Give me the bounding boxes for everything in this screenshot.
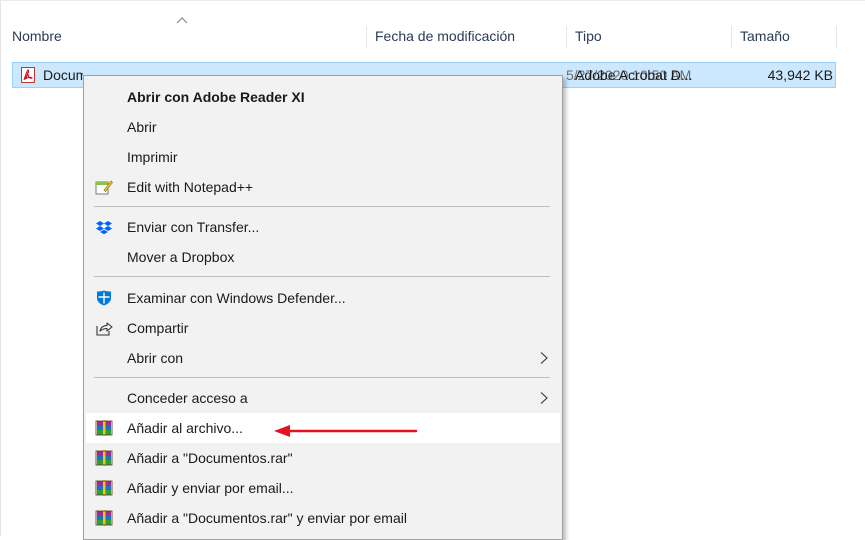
menu-item-move-dropbox[interactable]: Mover a Dropbox xyxy=(86,242,560,272)
menu-separator xyxy=(94,377,550,378)
winrar-icon xyxy=(95,420,113,436)
winrar-icon xyxy=(95,450,113,466)
pdf-file-icon xyxy=(21,67,35,83)
file-size: 43,942 KB xyxy=(767,67,833,83)
column-type[interactable]: Tipo xyxy=(575,22,602,50)
menu-item-label: Conceder acceso a xyxy=(127,390,248,406)
winrar-icon xyxy=(95,510,113,526)
column-divider[interactable] xyxy=(566,26,567,48)
annotation-arrow-icon xyxy=(274,425,418,437)
menu-item-label: Abrir con xyxy=(127,350,184,366)
menu-item-label: Mover a Dropbox xyxy=(127,249,235,265)
column-header: Nombre Fecha de modificación Tipo Tamaño xyxy=(0,17,865,50)
context-menu: Abrir con Adobe Reader XI Abrir Imprimir… xyxy=(83,75,563,540)
column-name[interactable]: Nombre xyxy=(12,22,62,50)
menu-item-label: Añadir a "Documentos.rar" y enviar por e… xyxy=(127,510,407,526)
menu-item-open-adobe-reader[interactable]: Abrir con Adobe Reader XI xyxy=(86,82,560,112)
file-type: Adobe Acrobat D... xyxy=(575,67,693,83)
winrar-icon xyxy=(95,480,113,496)
menu-item-windows-defender[interactable]: Examinar con Windows Defender... xyxy=(86,283,560,313)
menu-item-add-rar-and-email[interactable]: Añadir a "Documentos.rar" y enviar por e… xyxy=(86,503,560,533)
file-name: Documentos xyxy=(43,67,83,83)
column-divider[interactable] xyxy=(366,26,367,48)
menu-separator xyxy=(94,206,550,207)
menu-item-label: Enviar con Transfer... xyxy=(127,219,260,235)
menu-item-grant-access[interactable]: Conceder acceso a xyxy=(86,383,560,413)
menu-item-label: Imprimir xyxy=(127,149,178,165)
window-left-border xyxy=(0,0,1,536)
menu-item-label: Añadir al archivo... xyxy=(127,420,243,436)
menu-item-send-transfer[interactable]: Enviar con Transfer... xyxy=(86,212,560,242)
chevron-right-icon xyxy=(540,352,548,364)
menu-item-add-to-rar[interactable]: Añadir a "Documentos.rar" xyxy=(86,443,560,473)
column-date[interactable]: Fecha de modificación xyxy=(375,22,515,50)
window-top-border xyxy=(0,0,865,1)
menu-item-label: Abrir xyxy=(127,119,157,135)
menu-item-label: Examinar con Windows Defender... xyxy=(127,290,346,306)
menu-item-open[interactable]: Abrir xyxy=(86,112,560,142)
sort-ascending-icon xyxy=(176,17,188,24)
menu-item-label: Añadir y enviar por email... xyxy=(127,480,294,496)
menu-item-edit-notepad[interactable]: Edit with Notepad++ xyxy=(86,172,560,202)
menu-item-label: Edit with Notepad++ xyxy=(127,179,254,195)
menu-separator xyxy=(94,276,550,277)
column-divider[interactable] xyxy=(731,26,732,48)
dropbox-icon xyxy=(96,221,112,235)
column-size[interactable]: Tamaño xyxy=(740,22,790,50)
menu-item-print[interactable]: Imprimir xyxy=(86,142,560,172)
windows-defender-icon xyxy=(97,290,111,306)
column-divider[interactable] xyxy=(836,26,837,48)
menu-item-label: Añadir a "Documentos.rar" xyxy=(127,450,293,466)
menu-item-share[interactable]: Compartir xyxy=(86,313,560,343)
menu-item-open-with[interactable]: Abrir con xyxy=(86,343,560,373)
notepad-plus-plus-icon xyxy=(95,180,113,195)
menu-item-add-and-email[interactable]: Añadir y enviar por email... xyxy=(86,473,560,503)
menu-item-label: Compartir xyxy=(127,320,189,336)
share-icon xyxy=(96,322,113,336)
menu-item-label: Abrir con Adobe Reader XI xyxy=(127,89,305,105)
chevron-right-icon xyxy=(540,392,548,404)
